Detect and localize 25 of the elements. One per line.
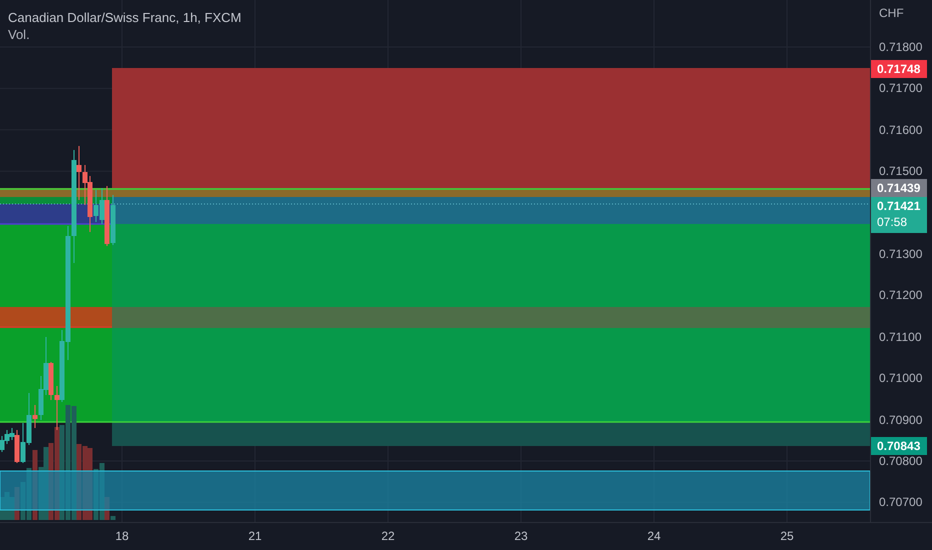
price-tick: 0.70900 [879,412,922,428]
price-tick: 0.71000 [879,370,922,386]
price-tick: 0.71600 [879,122,922,138]
price-tick: 0.70700 [879,494,922,510]
price-tick: 0.71100 [879,328,922,345]
price-tick: 0.71300 [879,246,922,262]
price-badge: 0.71439 [871,179,927,197]
date-tick: 22 [380,529,396,543]
bar-countdown: 07:58 [877,214,908,230]
price-tick: 0.71800 [879,39,922,55]
volume-label: Vol. [8,26,31,43]
date-tick: 21 [247,529,263,543]
last-price: 0.71421 [877,198,922,214]
date-tick: 24 [646,529,662,543]
price-badge: 0.70843 [871,437,927,455]
date-tick: 25 [779,529,795,543]
price-tick: 0.71500 [879,163,922,180]
symbol-title: Canadian Dollar/Swiss Franc, 1h, FXCM [8,9,242,26]
date-tick: 18 [114,529,130,543]
price-tick: 0.71200 [879,287,922,304]
price-badge: 0.71748 [871,60,927,78]
price-tick: 0.71700 [879,80,922,96]
date-tick: 23 [513,529,529,543]
price-tick: 0.70800 [879,453,922,469]
currency-label: CHF [879,6,904,20]
